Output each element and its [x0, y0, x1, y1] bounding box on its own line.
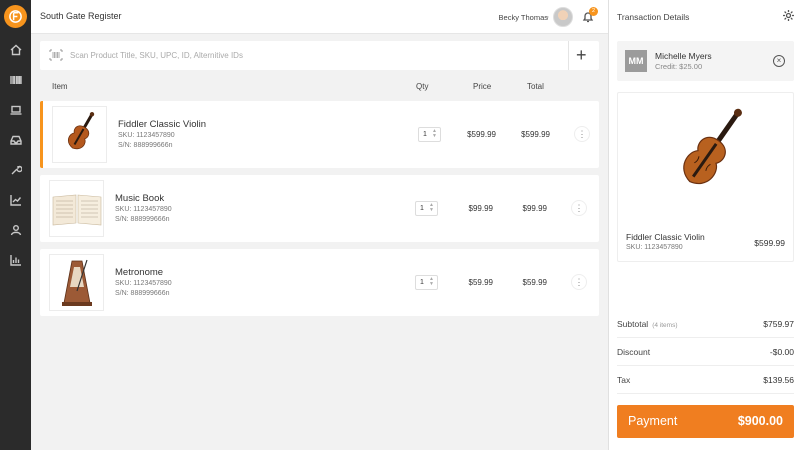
- stepper-arrows-icon[interactable]: ▲ ▼: [429, 203, 434, 213]
- quantity-stepper[interactable]: 1 ▲ ▼: [415, 201, 438, 216]
- product-preview: Fiddler Classic Violin SKU: 1123457890 $…: [617, 92, 794, 262]
- column-header-qty: Qty: [416, 82, 429, 91]
- violin-image: [52, 106, 107, 163]
- add-item-button[interactable]: +: [576, 44, 587, 66]
- column-header-total: Total: [527, 82, 544, 91]
- more-options-icon[interactable]: ⋮: [571, 274, 587, 290]
- item-name: Music Book: [115, 193, 165, 204]
- app-logo[interactable]: [4, 5, 27, 28]
- tax-row: Tax $139.56: [617, 366, 794, 394]
- bar-chart-icon[interactable]: [0, 250, 31, 270]
- more-options-icon[interactable]: ⋮: [571, 200, 587, 216]
- violin-image: [618, 93, 795, 221]
- stepper-arrows-icon[interactable]: ▲ ▼: [429, 277, 434, 287]
- avatar[interactable]: [553, 7, 573, 27]
- item-serial: S/N: 888999666n: [115, 216, 170, 223]
- subtotal-row: Subtotal (4 items) $759.97: [617, 310, 794, 338]
- item-sku: SKU: 1123457890: [118, 132, 175, 139]
- preview-name: Fiddler Classic Violin: [626, 232, 705, 242]
- item-total: $599.99: [521, 130, 550, 139]
- customer-name: Michelle Myers: [655, 51, 712, 61]
- nav-rail: [0, 0, 31, 450]
- product-search[interactable]: Scan Product Title, SKU, UPC, ID, Altern…: [40, 41, 599, 70]
- item-price: $599.99: [467, 130, 496, 139]
- item-price: $59.99: [468, 278, 493, 287]
- item-price: $99.99: [468, 204, 493, 213]
- customer-avatar: MM: [625, 50, 647, 72]
- discount-label: Discount: [617, 347, 651, 357]
- cart-item[interactable]: Fiddler Classic Violin SKU: 1123457890 S…: [40, 101, 599, 168]
- cart-item[interactable]: Music Book SKU: 1123457890 S/N: 88899966…: [40, 175, 599, 242]
- notification-badge: 2: [589, 7, 598, 16]
- customer-card[interactable]: MM Michelle Myers Credit: $25.00 ×: [617, 41, 794, 81]
- item-total: $99.99: [522, 204, 547, 213]
- item-name: Fiddler Classic Violin: [118, 119, 206, 130]
- barcode-scan-icon: [49, 49, 63, 61]
- metronome-image: [49, 254, 104, 311]
- notifications-button[interactable]: 2: [582, 7, 598, 24]
- store-title: South Gate Register: [40, 11, 122, 21]
- barcode-icon[interactable]: [0, 70, 31, 90]
- subtotal-value: $759.97: [763, 319, 794, 329]
- item-count: (4 items): [652, 322, 678, 329]
- inbox-icon[interactable]: [0, 130, 31, 150]
- stepper-arrows-icon[interactable]: ▲ ▼: [432, 129, 437, 139]
- home-icon[interactable]: [0, 40, 31, 60]
- cart-item[interactable]: Metronome SKU: 1123457890 S/N: 888999666…: [40, 249, 599, 316]
- search-input[interactable]: Scan Product Title, SKU, UPC, ID, Altern…: [70, 51, 243, 60]
- payment-button[interactable]: Payment $900.00: [617, 405, 794, 438]
- item-sku: SKU: 1123457890: [115, 206, 172, 213]
- more-options-icon[interactable]: ⋮: [574, 126, 590, 142]
- remove-customer-icon[interactable]: ×: [773, 55, 785, 67]
- trend-chart-icon[interactable]: [0, 190, 31, 210]
- discount-row: Discount -$0.00: [617, 338, 794, 366]
- subtotal-label: Subtotal: [617, 319, 649, 329]
- column-header-item: Item: [52, 82, 68, 91]
- transaction-title: Transaction Details: [617, 12, 690, 22]
- customer-credit: Credit: $25.00: [655, 62, 703, 71]
- chevron-down-icon[interactable]: ⌄: [545, 13, 550, 20]
- item-serial: S/N: 888999666n: [118, 142, 173, 149]
- item-name: Metronome: [115, 267, 164, 278]
- item-serial: S/N: 888999666n: [115, 290, 170, 297]
- gear-icon[interactable]: [782, 9, 795, 22]
- transaction-panel: Transaction Details MM Michelle Myers Cr…: [608, 0, 800, 450]
- user-icon[interactable]: [0, 220, 31, 240]
- quantity-stepper[interactable]: 1 ▲ ▼: [415, 275, 438, 290]
- column-header-price: Price: [473, 82, 492, 91]
- tax-value: $139.56: [763, 375, 794, 385]
- user-name[interactable]: Becky Thomas: [499, 13, 548, 22]
- wrench-icon[interactable]: [0, 160, 31, 180]
- tax-label: Tax: [617, 375, 631, 385]
- preview-sku: SKU: 1123457890: [626, 244, 683, 251]
- laptop-icon[interactable]: [0, 100, 31, 120]
- search-divider: [568, 41, 569, 70]
- preview-price: $599.99: [754, 238, 785, 248]
- discount-value: -$0.00: [769, 347, 794, 357]
- top-header: South Gate Register Becky Thomas ⌄ 2: [31, 0, 608, 34]
- item-total: $59.99: [522, 278, 547, 287]
- music-book-image: [49, 180, 104, 237]
- item-sku: SKU: 1123457890: [115, 280, 172, 287]
- payment-label: Payment: [628, 414, 678, 428]
- quantity-stepper[interactable]: 1 ▲ ▼: [418, 127, 441, 142]
- payment-amount: $900.00: [737, 414, 783, 428]
